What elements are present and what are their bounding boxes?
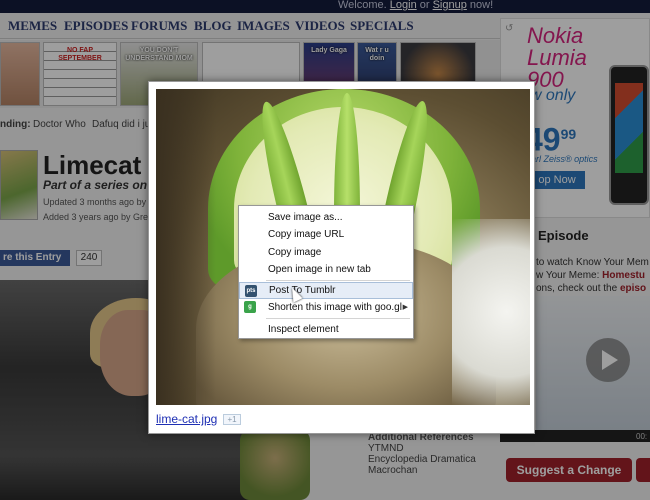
image-filename-link[interactable]: lime-cat.jpg xyxy=(156,412,217,426)
menu-item-post-to-tumblr[interactable]: pts Post To Tumblr xyxy=(239,282,413,299)
googl-icon: g xyxy=(244,301,256,313)
menu-item-save-image[interactable]: Save image as... xyxy=(239,209,413,226)
menu-item-shorten-googl[interactable]: g Shorten this image with goo.gl ▶ xyxy=(239,299,413,316)
menu-item-open-new-tab[interactable]: Open image in new tab xyxy=(239,261,413,278)
menu-separator xyxy=(266,280,410,281)
menu-item-inspect-element[interactable]: Inspect element xyxy=(239,321,413,338)
plusone-button[interactable]: +1 xyxy=(223,414,241,425)
menu-separator xyxy=(266,318,410,319)
menu-item-copy-image-url[interactable]: Copy image URL xyxy=(239,226,413,243)
tumblr-icon: pts xyxy=(245,285,257,297)
menu-item-label: Shorten this image with goo.gl xyxy=(268,302,402,313)
menu-item-copy-image[interactable]: Copy image xyxy=(239,244,413,261)
photo-shadow-left xyxy=(156,89,216,405)
menu-item-label: Post To Tumblr xyxy=(269,285,336,296)
context-menu: Save image as... Copy image URL Copy ima… xyxy=(238,205,414,339)
chevron-right-icon: ▶ xyxy=(402,304,408,311)
photo-fur-right xyxy=(452,219,530,405)
